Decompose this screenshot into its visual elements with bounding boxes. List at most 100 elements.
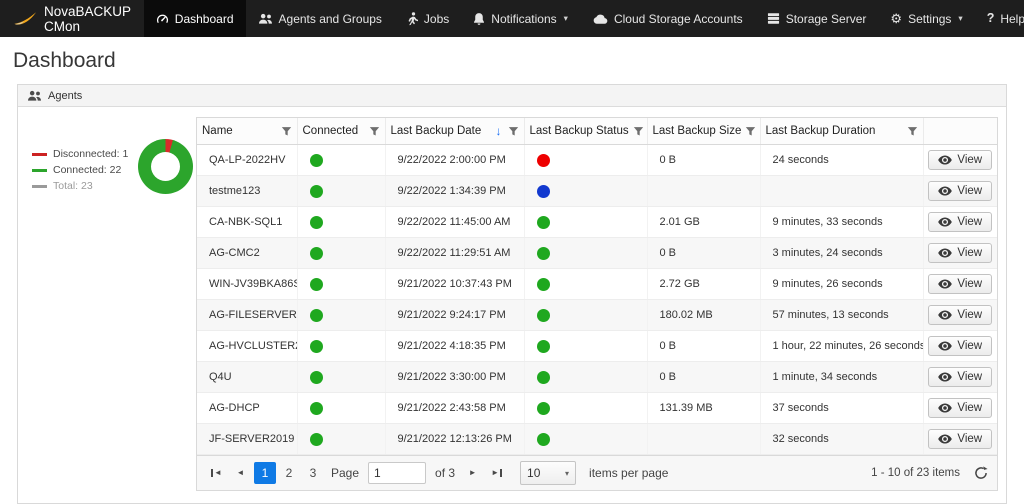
connected-status-dot bbox=[309, 401, 323, 415]
column-header-connected[interactable]: Connected bbox=[296, 118, 385, 145]
table-row: QA-LP-2022HV 9/22/2022 2:00:00 PM 0 B 24 se… bbox=[197, 144, 997, 176]
cell-last-backup-duration: 1 hour, 22 minutes, 26 seconds bbox=[759, 330, 923, 362]
table-row: JF-SERVER2019 9/21/2022 12:13:26 PM 32 sec… bbox=[197, 423, 997, 455]
nav-item-settings[interactable]: ⚙ Settings ▾ bbox=[878, 0, 974, 37]
cell-last-backup-duration bbox=[759, 175, 923, 207]
first-page-button[interactable]: ◄ bbox=[206, 463, 227, 484]
cell-last-backup-status bbox=[523, 268, 647, 300]
page-button-2[interactable]: 2 bbox=[278, 462, 300, 484]
cell-last-backup-size: 0 B bbox=[646, 330, 760, 362]
legend-label: Connected: 22 bbox=[53, 164, 122, 176]
nav-item-help[interactable]: ?Help▾ bbox=[975, 0, 1024, 37]
view-button[interactable]: View bbox=[928, 367, 993, 387]
filter-icon[interactable] bbox=[369, 126, 380, 137]
column-header-last-backup-size[interactable]: Last Backup Size bbox=[646, 118, 760, 145]
filter-icon[interactable] bbox=[745, 126, 756, 137]
cell-last-backup-date: 9/21/2022 9:24:17 PM bbox=[384, 299, 524, 331]
agents-grid: Name Connected Last Backup Date ↓ Last Backu… bbox=[196, 117, 998, 491]
gear-icon: ⚙ bbox=[890, 11, 903, 26]
novabackup-logo-icon bbox=[13, 11, 37, 26]
view-button[interactable]: View bbox=[928, 243, 993, 263]
filter-icon[interactable] bbox=[508, 126, 519, 137]
help-icon: ? bbox=[986, 11, 995, 26]
eye-icon bbox=[938, 372, 953, 382]
previous-page-icon: ◄ bbox=[236, 468, 245, 477]
agents-panel-title: Agents bbox=[48, 89, 83, 102]
view-button-label: View bbox=[957, 185, 983, 197]
connected-status-dot bbox=[309, 339, 323, 353]
cell-last-backup-date: 9/21/2022 4:18:35 PM bbox=[384, 330, 524, 362]
cell-last-backup-status bbox=[523, 361, 647, 393]
column-header-last-backup-date[interactable]: Last Backup Date ↓ bbox=[384, 118, 524, 145]
view-button[interactable]: View bbox=[928, 429, 993, 449]
cell-last-backup-date: 9/21/2022 2:43:58 PM bbox=[384, 392, 524, 424]
agents-table-body: QA-LP-2022HV 9/22/2022 2:00:00 PM 0 B 24 se… bbox=[197, 144, 997, 455]
nav-item-notifications[interactable]: Notifications ▾ bbox=[461, 0, 580, 37]
nav-item-cloud-storage-accounts[interactable]: Cloud Storage Accounts bbox=[580, 0, 755, 37]
view-button[interactable]: View bbox=[928, 305, 993, 325]
connected-status-dot bbox=[309, 277, 323, 291]
column-header-last-backup-duration[interactable]: Last Backup Duration bbox=[759, 118, 923, 145]
page-number-input[interactable] bbox=[368, 462, 427, 484]
nav-item-storage-server[interactable]: Storage Server bbox=[755, 0, 879, 37]
eye-icon bbox=[938, 434, 953, 444]
cell-last-backup-duration: 32 seconds bbox=[759, 423, 923, 455]
cell-last-backup-duration: 57 minutes, 13 seconds bbox=[759, 299, 923, 331]
table-row: Q4U 9/21/2022 3:30:00 PM 0 B1 minute, 34 s… bbox=[197, 361, 997, 393]
cell-last-backup-date: 9/22/2022 1:34:39 PM bbox=[384, 175, 524, 207]
connected-status-dot bbox=[309, 153, 323, 167]
column-title: Connected bbox=[302, 125, 359, 137]
items-range-label: 1 - 10 of 23 items bbox=[871, 467, 960, 479]
refresh-button[interactable] bbox=[974, 466, 988, 480]
view-button-label: View bbox=[957, 371, 983, 383]
view-button[interactable]: View bbox=[928, 398, 993, 418]
filter-icon[interactable] bbox=[281, 126, 292, 137]
filter-icon[interactable] bbox=[633, 126, 644, 137]
chevron-down-icon: ▾ bbox=[565, 468, 570, 478]
column-header-name[interactable]: Name bbox=[197, 118, 297, 145]
view-button[interactable]: View bbox=[928, 336, 993, 356]
nav-item-dashboard[interactable]: Dashboard bbox=[143, 0, 246, 37]
page-size-value: 10 bbox=[527, 466, 541, 480]
cell-last-backup-date: 9/21/2022 3:30:00 PM bbox=[384, 361, 524, 393]
nav-item-agents-and-groups[interactable]: Agents and Groups bbox=[246, 0, 394, 37]
legend-label: Disconnected: 1 bbox=[53, 148, 129, 160]
cell-connected bbox=[296, 206, 385, 238]
navbar-items: Dashboard Agents and Groups Jobs Notificati… bbox=[143, 0, 1024, 37]
top-navbar: NovaBACKUP CMon Dashboard Agents and Grou… bbox=[0, 0, 1024, 37]
view-button[interactable]: View bbox=[928, 212, 993, 232]
column-title: Name bbox=[202, 125, 233, 137]
cell-name: Q4U bbox=[197, 361, 297, 393]
last-page-icon bbox=[500, 469, 502, 477]
page-button-3[interactable]: 3 bbox=[302, 462, 324, 484]
next-page-icon: ► bbox=[468, 468, 477, 477]
view-button[interactable]: View bbox=[928, 274, 993, 294]
cell-actions: View bbox=[922, 206, 997, 238]
cell-actions: View bbox=[922, 175, 997, 207]
connected-status-dot bbox=[309, 432, 323, 446]
next-page-button[interactable]: ► bbox=[462, 463, 483, 484]
view-button[interactable]: View bbox=[928, 150, 993, 170]
backup-status-dot bbox=[536, 153, 550, 167]
dashboard-icon bbox=[156, 12, 169, 25]
view-button[interactable]: View bbox=[928, 181, 993, 201]
page-size-select[interactable]: 10 ▾ bbox=[520, 461, 577, 485]
running-person-icon bbox=[406, 11, 418, 26]
legend-swatch bbox=[32, 168, 47, 172]
last-page-button[interactable]: ► bbox=[486, 463, 507, 484]
chart-legend: Disconnected: 1 Connected: 22 Total: 23 bbox=[32, 148, 128, 192]
legend-item: Connected: 22 bbox=[32, 164, 128, 176]
page-button-1[interactable]: 1 bbox=[254, 462, 276, 484]
storage-server-icon bbox=[767, 12, 780, 25]
previous-page-button[interactable]: ◄ bbox=[230, 463, 251, 484]
cell-last-backup-status bbox=[523, 423, 647, 455]
backup-status-dot bbox=[536, 277, 550, 291]
column-header-last-backup-status[interactable]: Last Backup Status bbox=[523, 118, 647, 145]
nav-item-jobs[interactable]: Jobs bbox=[394, 0, 461, 37]
nav-item-label: Settings bbox=[908, 11, 952, 26]
brand[interactable]: NovaBACKUP CMon bbox=[0, 0, 144, 37]
legend-item: Disconnected: 1 bbox=[32, 148, 128, 160]
cell-last-backup-date: 9/21/2022 12:13:26 PM bbox=[384, 423, 524, 455]
cell-last-backup-size: 131.39 MB bbox=[646, 392, 760, 424]
filter-icon[interactable] bbox=[907, 126, 918, 137]
